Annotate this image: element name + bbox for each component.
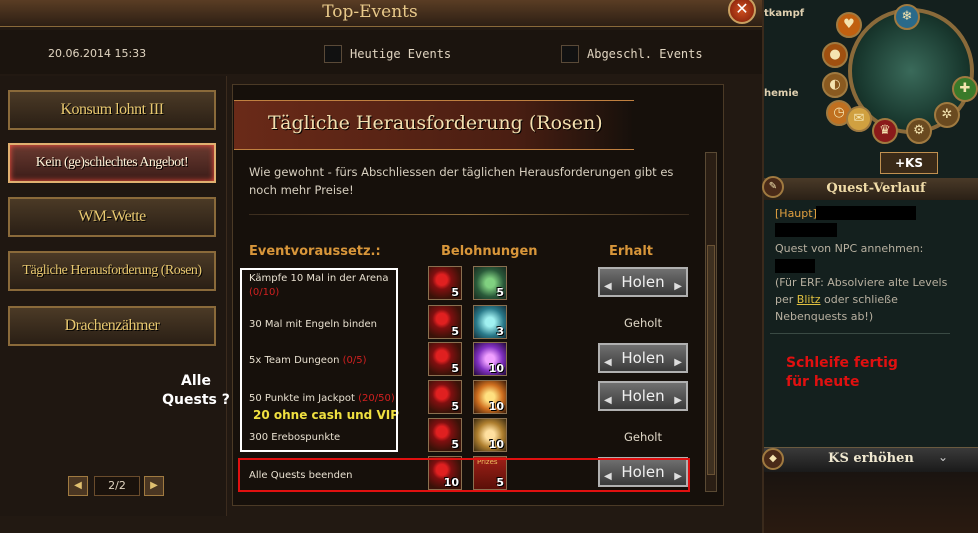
quest-tag: [Haupt] — [775, 207, 817, 220]
window-title: Top-Events — [322, 2, 418, 22]
chart-icon[interactable]: ◐ — [822, 72, 848, 98]
prev-page-button[interactable]: ◀ — [68, 476, 88, 496]
menu-item-daily-challenge[interactable]: Tägliche Herausforderung (Rosen) — [8, 251, 216, 291]
divider — [770, 333, 950, 334]
redacted-block — [775, 259, 815, 273]
claim-button[interactable]: ◀ Holen ▶ — [598, 267, 688, 297]
rose-icon[interactable]: 5 — [428, 418, 462, 452]
rose-icon[interactable]: 5 — [428, 342, 462, 376]
snowflake-icon[interactable]: ❄ — [894, 4, 920, 30]
redacted-block — [775, 223, 837, 237]
green-gem-icon[interactable]: 5 — [473, 266, 507, 300]
menu-pager: ◀ 2/2 ▶ — [68, 476, 164, 496]
received-header: Erhalt — [609, 244, 653, 259]
event-menu — [0, 76, 227, 516]
ks-button[interactable]: +KS — [880, 152, 938, 174]
datetime-label: 20.06.2014 15:33 — [48, 47, 147, 60]
menu-item-drachenzaehmer[interactable]: Drachenzähmer — [8, 306, 216, 346]
quest-line: Quest von NPC annehmen: — [775, 242, 924, 255]
gear-icon[interactable]: ⚙ — [906, 118, 932, 144]
completed-events-checkbox[interactable] — [561, 45, 579, 63]
completed-events-label: Abgeschl. Events — [587, 47, 703, 61]
orb-icon[interactable]: ● — [822, 42, 848, 68]
divider — [249, 214, 689, 215]
cyan-potion-icon[interactable]: 3 — [473, 305, 507, 339]
page-indicator: 2/2 — [94, 476, 140, 496]
partial-label-mie: hemie — [764, 88, 799, 99]
requirements-header: Eventvoraussetz.: — [249, 244, 381, 259]
gift-icon[interactable]: ✚ — [952, 76, 978, 102]
rewards-header: Belohnungen — [441, 244, 538, 259]
redacted-block — [816, 206, 916, 220]
crown-icon[interactable]: ♛ — [872, 118, 898, 144]
next-page-button[interactable]: ▶ — [144, 476, 164, 496]
purple-orb-icon[interactable]: 10 — [473, 342, 507, 376]
chevron-down-icon[interactable]: ⌄ — [938, 450, 948, 464]
event-title: Tägliche Herausforderung (Rosen) — [268, 112, 603, 134]
rose-icon[interactable]: 5 — [428, 380, 462, 414]
claimed-status: Geholt — [623, 316, 662, 330]
quest-panel-title: Quest-Verlauf — [826, 181, 926, 196]
blitz-link[interactable]: Blitz — [797, 293, 821, 306]
menu-item-wm-wette[interactable]: WM-Wette — [8, 197, 216, 237]
mail-icon[interactable]: ✉ — [846, 106, 872, 132]
game-scene — [764, 472, 978, 533]
annotation-all-quests: Alle Quests ? — [162, 373, 230, 408]
today-events-checkbox[interactable] — [324, 45, 342, 63]
highlight-box-white — [240, 268, 398, 452]
event-description: Wie gewohnt - fürs Abschliessen der tägl… — [249, 165, 674, 197]
claim-button[interactable]: ◀ Holen ▶ — [598, 343, 688, 373]
annotation-loop-done: Schleife fertig für heute — [786, 355, 898, 390]
rose-icon[interactable]: 5 — [428, 266, 462, 300]
settings-icon[interactable]: ✲ — [934, 102, 960, 128]
highlight-box-red — [238, 458, 690, 492]
today-events-label: Heutige Events — [350, 47, 452, 61]
menu-item-konsum[interactable]: Konsum lohnt III — [8, 90, 216, 130]
quest-hint: (Für ERF: Absolviere alte Levels per Bli… — [775, 276, 948, 323]
orange-orb-icon[interactable]: 10 — [473, 380, 507, 414]
gold-crest-icon[interactable]: 10 — [473, 418, 507, 452]
heart-icon[interactable]: ♥ — [836, 12, 862, 38]
partial-label-kampf: tkampf — [764, 8, 805, 19]
rose-icon[interactable]: 5 — [428, 305, 462, 339]
claim-button[interactable]: ◀ Holen ▶ — [598, 381, 688, 411]
claimed-status: Geholt — [623, 430, 662, 444]
scrollbar-thumb[interactable] — [707, 245, 715, 475]
menu-item-angebot[interactable]: Kein (ge)schlechtes Angebot! — [8, 143, 216, 183]
